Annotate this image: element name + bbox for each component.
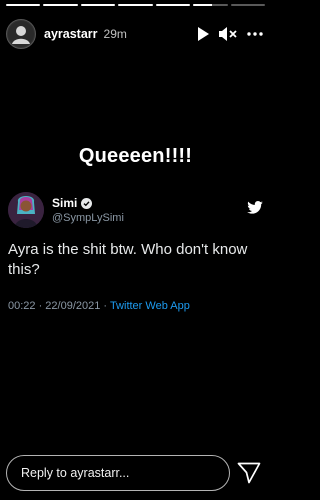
play-icon[interactable] [197,27,209,41]
story-timestamp: 29m [103,27,127,41]
tweet-header: Simi @SympLySimi [8,192,263,228]
profile-photo-icon [8,192,44,228]
verified-badge-icon [81,197,93,209]
mute-icon[interactable] [219,27,237,41]
story-controls [197,27,263,41]
progress-segment [193,4,228,6]
tweet-source-app[interactable]: Twitter Web App [110,300,190,312]
tweet-card[interactable]: Simi @SympLySimi Ayra is the shit btw. W… [0,188,271,316]
story-header: ayrastarr 29m [6,14,265,54]
send-icon[interactable] [236,461,262,485]
profile-photo-icon [8,21,34,47]
tweet-date: 00:22 · 22/09/2021 · [8,300,110,312]
tweet-author-name: Simi [52,196,124,210]
story-username[interactable]: ayrastarr [44,27,98,41]
tweet-author-label: Simi [52,196,78,210]
story-progress-bar [6,4,265,6]
progress-segment [43,4,78,6]
progress-segment [230,4,265,6]
reply-input[interactable] [21,466,229,480]
progress-segment [80,4,116,6]
tweet-author-handle: @SympLySimi [52,212,124,224]
progress-segment [6,4,41,6]
tweet-meta: 00:22 · 22/09/2021 · Twitter Web App [8,300,190,312]
reply-field[interactable] [6,455,230,491]
progress-segment [155,4,191,6]
progress-segment [118,4,153,6]
tweet-text: Ayra is the shit btw. Who don't know thi… [8,241,248,278]
avatar[interactable] [8,192,44,228]
avatar[interactable] [6,19,36,49]
more-icon[interactable] [247,32,263,36]
story-caption: Queeeen!!!! [78,145,193,167]
twitter-bird-icon [247,201,263,219]
